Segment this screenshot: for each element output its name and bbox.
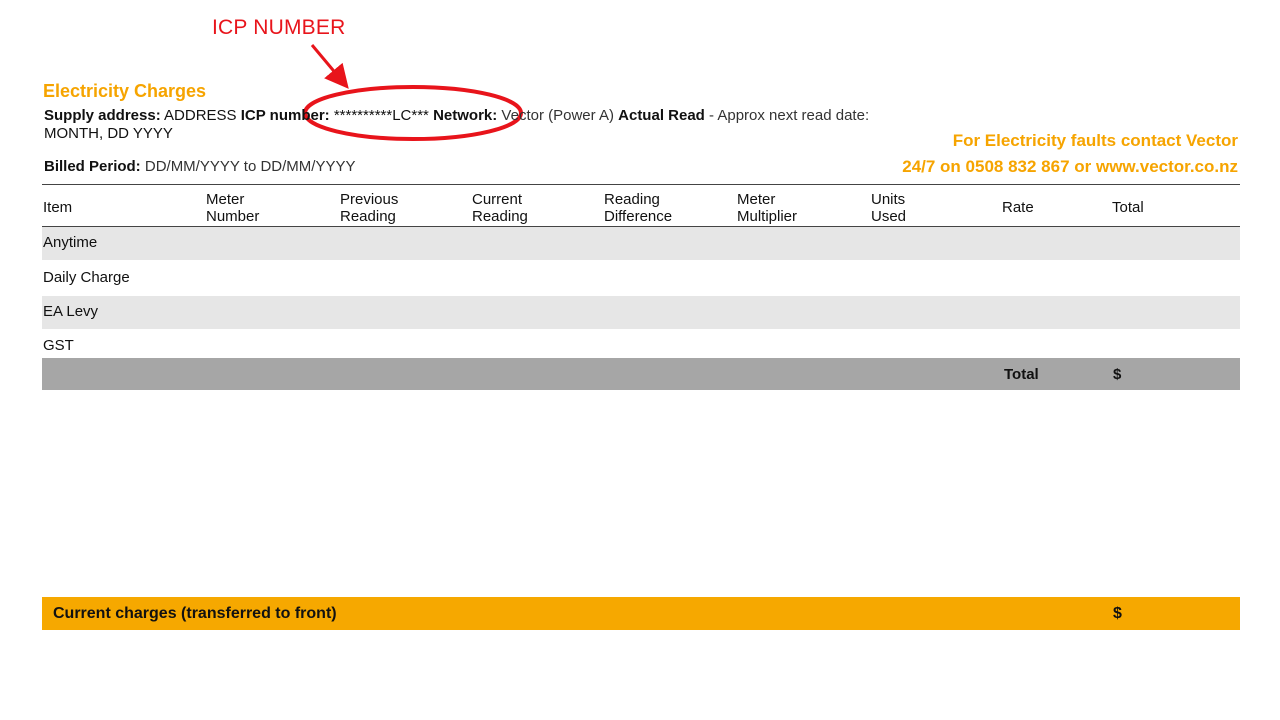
annotation-arrow — [310, 44, 349, 89]
col-previous-reading: Previous Reading — [340, 191, 399, 225]
row-item-ea-levy: EA Levy — [43, 303, 99, 320]
billed-from: DD/MM/YYYY — [144, 158, 240, 175]
row-item-anytime: Anytime — [43, 234, 98, 251]
current-charges-value: $ — [1113, 605, 1122, 622]
col-current-reading: Current Reading — [472, 191, 528, 225]
total-value: $ — [1113, 366, 1122, 383]
billed-to-word: to — [243, 158, 257, 175]
table-row: Anytime — [42, 227, 1240, 260]
table-total-row: Total $ — [42, 358, 1240, 390]
supply-address: ADDRESS — [164, 107, 237, 124]
annotation-label: ICP NUMBER — [212, 16, 346, 39]
col-total: Total — [1112, 199, 1144, 216]
billed-period: Billed Period: DD/MM/YYYY to DD/MM/YYYY — [44, 158, 355, 175]
col-item: Item — [43, 199, 73, 216]
header-divider — [42, 184, 1240, 185]
supply-label: Supply address: — [44, 107, 161, 124]
billed-to: DD/MM/YYYY — [260, 158, 356, 175]
section-title: Electricity Charges — [43, 81, 207, 101]
col-reading-difference: Reading Difference — [604, 191, 673, 225]
table-row: EA Levy — [42, 296, 1240, 329]
current-charges-bar: Current charges (transferred to front) $ — [42, 597, 1240, 630]
col-meter-multiplier: Meter Multiplier — [737, 191, 798, 225]
next-read-text: - Approx next read date: — [704, 107, 870, 124]
table-row: Daily Charge — [42, 262, 1240, 295]
read-type: Actual Read — [618, 107, 705, 124]
current-charges-label: Current charges (transferred to front) — [53, 605, 337, 622]
fault-contact: For Electricity faults contact Vector 24… — [902, 128, 1238, 180]
row-item-daily-charge: Daily Charge — [43, 269, 130, 286]
col-meter-number: Meter Number — [206, 191, 260, 225]
network-label: Network: — [433, 107, 498, 124]
total-label: Total — [1004, 366, 1039, 383]
fault-contact-line1: For Electricity faults contact Vector — [952, 131, 1238, 150]
table-header: Item Meter Number Previous Reading Current… — [42, 190, 1240, 227]
billed-label: Billed Period: — [44, 158, 141, 175]
col-rate: Rate — [1002, 199, 1034, 216]
col-units-used: Units Used — [871, 191, 907, 225]
fault-contact-line2: 24/7 on 0508 832 867 or www.vector.co.nz — [902, 157, 1238, 176]
network-value: Vector (Power A) — [501, 107, 614, 124]
supply-info: Supply address: ADDRESS ICP number: ****… — [44, 107, 904, 143]
next-read-date: MONTH, DD YYYY — [44, 125, 173, 142]
icp-label: ICP number: — [240, 107, 330, 124]
icp-number: **********LC*** — [333, 107, 429, 124]
row-item-gst: GST — [43, 337, 74, 354]
